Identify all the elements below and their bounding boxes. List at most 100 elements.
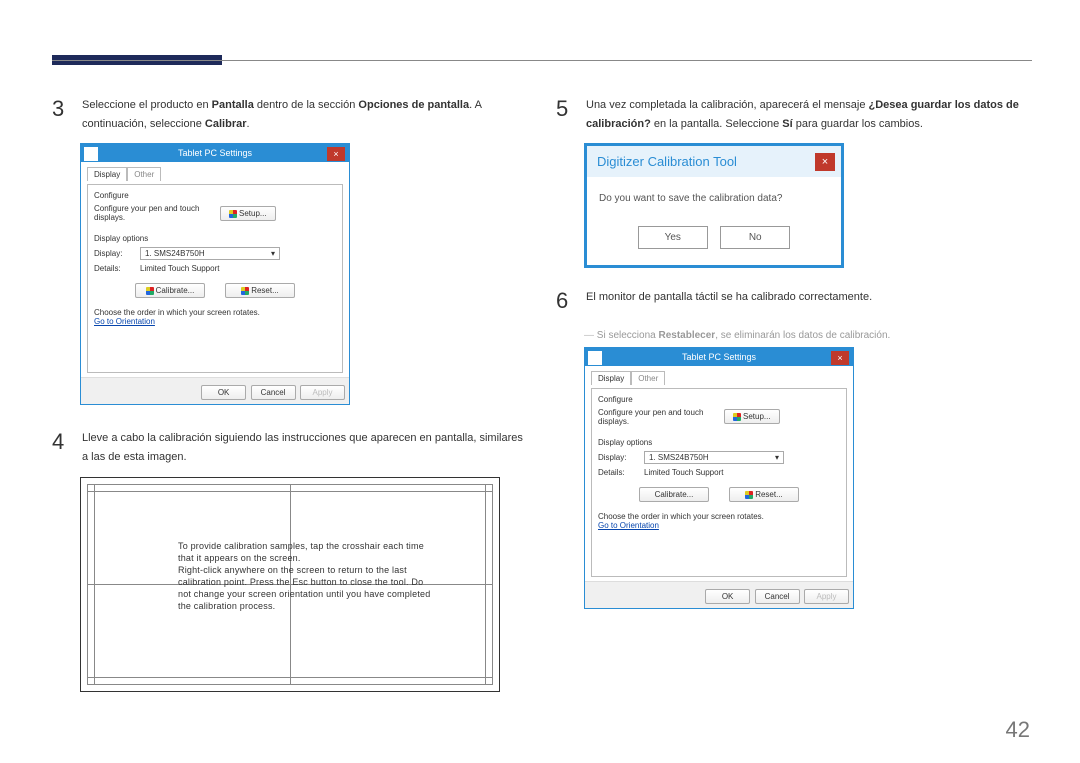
t: Restablecer — [658, 330, 715, 341]
display-options-label: Display options — [598, 438, 840, 447]
t: . — [247, 118, 250, 130]
app-icon — [588, 351, 602, 365]
yes-button[interactable]: Yes — [638, 226, 708, 249]
window-titlebar: Tablet PC Settings × — [585, 348, 853, 366]
dialog-buttons: Yes No — [587, 208, 841, 265]
close-icon[interactable]: × — [327, 147, 345, 161]
step-6: 6 El monitor de pantalla táctil se ha ca… — [556, 282, 1036, 319]
setup-button[interactable]: Setup... — [220, 206, 276, 221]
t: Una vez completada la calibración, apare… — [586, 99, 869, 111]
page-number: 42 — [1006, 717, 1030, 743]
window-footer: OK Cancel Apply — [81, 377, 349, 404]
note: Si selecciona Restablecer, se eliminarán… — [584, 330, 1036, 341]
t: Calibrar — [205, 118, 247, 130]
orientation-link[interactable]: Go to Orientation — [94, 317, 155, 326]
close-icon[interactable]: × — [815, 153, 835, 171]
display-select[interactable]: 1. SMS24B750H▾ — [140, 247, 280, 260]
rotation-text: Choose the order in which your screen ro… — [598, 512, 840, 521]
tablet-pc-settings-window: Tablet PC Settings × DisplayOther Config… — [584, 347, 854, 609]
gridline — [88, 491, 492, 492]
shield-icon — [733, 413, 741, 421]
shield-icon — [146, 287, 154, 295]
step-text: Una vez completada la calibración, apare… — [586, 90, 1036, 133]
step-5: 5 Una vez completada la calibración, apa… — [556, 90, 1036, 133]
btn-label: Setup... — [743, 412, 771, 421]
details-label: Details: — [598, 468, 638, 477]
calibration-instructions: To provide calibration samples, tap the … — [178, 540, 432, 613]
reset-button[interactable]: Reset... — [225, 283, 295, 298]
shield-icon — [745, 491, 753, 499]
t: Si selecciona — [597, 330, 659, 341]
ok-button[interactable]: OK — [705, 589, 750, 604]
t: para guardar los cambios. — [793, 118, 923, 130]
shield-icon — [241, 287, 249, 295]
tab-panel: Configure Configure your pen and touch d… — [591, 388, 847, 577]
details-value: Limited Touch Support — [644, 468, 723, 477]
step-text: Seleccione el producto en Pantalla dentr… — [82, 90, 530, 133]
left-column: 3 Seleccione el producto en Pantalla den… — [52, 90, 530, 692]
step-number: 5 — [556, 90, 574, 133]
tab-display[interactable]: Display — [87, 167, 127, 181]
step-number: 4 — [52, 423, 70, 466]
t: Sí — [782, 118, 792, 130]
app-icon — [84, 147, 98, 161]
t: en la pantalla. Seleccione — [651, 118, 782, 130]
window-body: DisplayOther Configure Configure your pe… — [585, 366, 853, 581]
dialog-message: Do you want to save the calibration data… — [587, 177, 841, 208]
t: Pantalla — [212, 99, 254, 111]
cancel-button[interactable]: Cancel — [755, 589, 800, 604]
tab-display[interactable]: Display — [591, 371, 631, 385]
select-value: 1. SMS24B750H — [649, 453, 709, 462]
tab-other[interactable]: Other — [127, 167, 161, 181]
details-value: Limited Touch Support — [140, 264, 219, 273]
window-footer: OK Cancel Apply — [585, 581, 853, 608]
shield-icon — [229, 210, 237, 218]
tab-other[interactable]: Other — [631, 371, 665, 385]
t: Opciones de pantalla — [358, 99, 469, 111]
step-4: 4 Lleve a cabo la calibración siguiendo … — [52, 423, 530, 466]
apply-button[interactable]: Apply — [300, 385, 345, 400]
calibration-screenshot: To provide calibration samples, tap the … — [80, 477, 500, 692]
btn-label: Reset... — [755, 490, 783, 499]
window-titlebar: Tablet PC Settings × — [81, 144, 349, 162]
configure-text: Configure your pen and touch displays. — [94, 204, 214, 222]
tabs: DisplayOther — [591, 370, 847, 384]
apply-button[interactable]: Apply — [804, 589, 849, 604]
reset-button[interactable]: Reset... — [729, 487, 799, 502]
configure-text: Configure your pen and touch displays. — [598, 408, 718, 426]
orientation-link[interactable]: Go to Orientation — [598, 521, 659, 530]
tabs: DisplayOther — [87, 166, 343, 180]
btn-label: Calibrate... — [655, 490, 694, 499]
gridline — [88, 677, 492, 678]
close-icon[interactable]: × — [831, 351, 849, 365]
setup-button[interactable]: Setup... — [724, 409, 780, 424]
calibration-inner: To provide calibration samples, tap the … — [87, 484, 493, 685]
t: , se eliminarán los datos de calibración… — [715, 330, 890, 341]
display-options-label: Display options — [94, 234, 336, 243]
calibrate-button[interactable]: Calibrate... — [135, 283, 205, 298]
btn-label: Setup... — [239, 209, 267, 218]
t: dentro de la sección — [254, 99, 359, 111]
btn-label: Reset... — [251, 286, 279, 295]
header-rule — [52, 60, 1032, 61]
tablet-pc-settings-window: Tablet PC Settings × DisplayOther Config… — [80, 143, 350, 405]
step-3: 3 Seleccione el producto en Pantalla den… — [52, 90, 530, 133]
calibrate-button[interactable]: Calibrate... — [639, 487, 709, 502]
display-label: Display: — [598, 453, 638, 462]
display-label: Display: — [94, 249, 134, 258]
ok-button[interactable]: OK — [201, 385, 246, 400]
dialog-title: Digitizer Calibration Tool — [597, 154, 737, 169]
select-value: 1. SMS24B750H — [145, 249, 205, 258]
no-button[interactable]: No — [720, 226, 790, 249]
step-number: 3 — [52, 90, 70, 133]
right-column: 5 Una vez completada la calibración, apa… — [556, 90, 1036, 609]
step-number: 6 — [556, 282, 574, 319]
window-title: Tablet PC Settings — [682, 352, 756, 362]
cancel-button[interactable]: Cancel — [251, 385, 296, 400]
details-label: Details: — [94, 264, 134, 273]
step-text: El monitor de pantalla táctil se ha cali… — [586, 282, 872, 319]
step-text: Lleve a cabo la calibración siguiendo la… — [82, 423, 530, 466]
btn-label: Calibrate... — [156, 286, 195, 295]
window-body: DisplayOther Configure Configure your pe… — [81, 162, 349, 377]
display-select[interactable]: 1. SMS24B750H▾ — [644, 451, 784, 464]
